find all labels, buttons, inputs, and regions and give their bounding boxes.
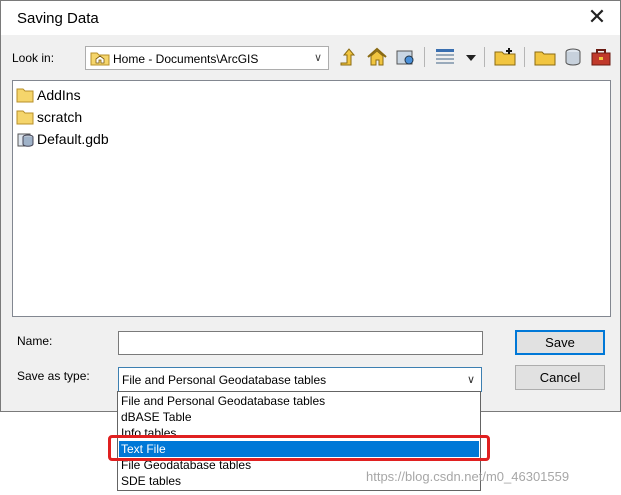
save-as-type-select[interactable]: File and Personal Geodatabase tables ∨: [118, 367, 482, 392]
file-name: AddIns: [37, 87, 81, 103]
database-icon[interactable]: [561, 45, 585, 69]
saving-data-dialog: Saving Data ✕ Look in: Home - Documents\…: [0, 0, 621, 412]
home-folder-icon: [90, 52, 110, 66]
file-list[interactable]: AddIns scratch Default.gdb: [12, 80, 611, 317]
save-button[interactable]: Save: [515, 330, 605, 355]
dropdown-arrow-icon[interactable]: [459, 45, 477, 69]
dropdown-option[interactable]: dBASE Table: [119, 409, 479, 425]
name-label: Name:: [17, 334, 53, 348]
up-one-level-icon[interactable]: [337, 45, 361, 69]
chevron-down-icon: ∨: [313, 52, 322, 64]
close-icon[interactable]: ✕: [584, 4, 610, 30]
file-name: Default.gdb: [37, 131, 109, 147]
look-in-label: Look in:: [12, 51, 55, 65]
file-name: scratch: [37, 109, 83, 125]
name-field[interactable]: [118, 331, 483, 355]
toolbar-separator: [484, 47, 485, 67]
look-in-select[interactable]: Home - Documents\ArcGIS ∨: [85, 46, 329, 70]
new-folder-icon[interactable]: [493, 45, 517, 69]
geodatabase-icon: [17, 133, 34, 147]
chevron-down-icon: ∨: [466, 374, 475, 386]
title-bar: Saving Data ✕: [1, 1, 620, 35]
annotation-highlight-box: [108, 435, 490, 461]
window-title: Saving Data: [17, 10, 99, 27]
save-as-type-label: Save as type:: [17, 369, 90, 383]
toolbar-separator: [424, 47, 425, 67]
connect-folder-icon[interactable]: [393, 45, 417, 69]
home-icon[interactable]: [365, 45, 389, 69]
dropdown-option[interactable]: File and Personal Geodatabase tables: [119, 393, 479, 409]
save-as-type-value: File and Personal Geodatabase tables: [122, 373, 327, 387]
toolbox-icon[interactable]: [589, 45, 613, 69]
folder-icon: [16, 88, 34, 103]
look-in-value: Home - Documents\ArcGIS: [113, 52, 259, 66]
watermark-text: https://blog.csdn.net/m0_46301559: [366, 469, 570, 484]
cancel-button[interactable]: Cancel: [515, 365, 605, 390]
view-options-icon[interactable]: [433, 45, 457, 69]
toolbar-separator: [524, 47, 525, 67]
folder-icon: [16, 110, 34, 125]
folder-icon[interactable]: [533, 45, 557, 69]
